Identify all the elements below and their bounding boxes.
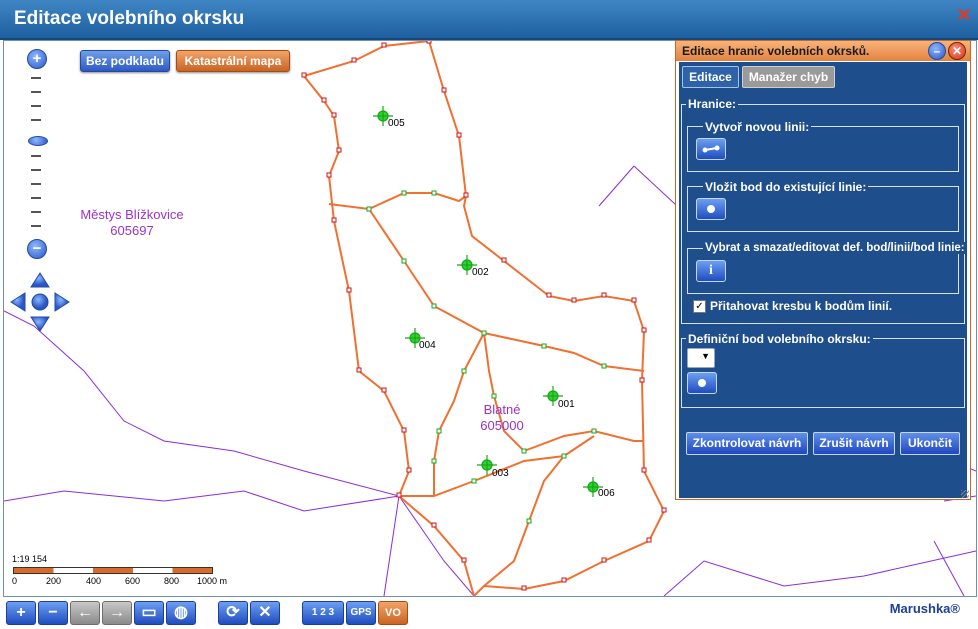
vo-button[interactable]: VO	[378, 601, 408, 625]
scale-bar	[13, 567, 213, 574]
district-label-001: 001	[558, 399, 575, 410]
zoom-tick[interactable]	[31, 183, 41, 185]
place-name: Městys Blížkovice	[80, 207, 184, 222]
pan-down-icon	[30, 316, 50, 332]
def-point-label: Definiční bod volebního okrsku:	[686, 332, 873, 346]
place-code: 605000	[480, 418, 524, 433]
district-label-003: 003	[492, 468, 509, 479]
insert-point-label: Vložit bod do existující linie:	[703, 180, 869, 194]
measure-button[interactable]: 1 2 3	[302, 601, 344, 625]
panel-title: Editace hranic volebních okrsků.	[682, 44, 870, 58]
district-label-005: 005	[388, 118, 405, 129]
zoom-tick[interactable]	[31, 105, 41, 107]
scale-tick: 1000 m	[197, 576, 228, 586]
back-arrow-icon[interactable]: ←	[70, 601, 100, 625]
zoom-tick[interactable]	[31, 91, 41, 93]
hranice-label: Hranice:	[686, 97, 739, 111]
place-code: 605697	[110, 223, 154, 238]
place-label-blatne: Blatné 605000	[464, 402, 540, 434]
edit-panel: Editace hranic volebních okrsků. – ✕ Edi…	[675, 40, 971, 500]
place-name: Blatné	[483, 402, 521, 417]
info-icon: i	[709, 263, 713, 278]
tab-editace[interactable]: Editace	[682, 66, 739, 88]
scale-tick: 600	[125, 576, 141, 586]
minus-icon[interactable]: −	[38, 601, 68, 625]
zoom-in-icon[interactable]: +	[27, 49, 47, 69]
scale-tick: 400	[86, 576, 102, 586]
snap-checkbox[interactable]: ✓	[693, 300, 706, 313]
forward-arrow-icon[interactable]: →	[102, 601, 132, 625]
district-label-006: 006	[598, 488, 615, 499]
resize-handle[interactable]	[961, 490, 969, 498]
no-basemap-button[interactable]: Bez podkladu	[80, 50, 170, 72]
point-icon	[698, 379, 706, 387]
zoom-tick[interactable]	[31, 119, 41, 121]
pan-right-icon	[54, 292, 70, 312]
line-icon	[702, 145, 720, 153]
check-proposal-button[interactable]: Zkontrolovat návrh	[686, 432, 808, 455]
add-icon[interactable]: +	[6, 601, 36, 625]
zoom-out-icon[interactable]: −	[27, 239, 47, 259]
zoom-tick[interactable]	[31, 155, 41, 157]
zoom-tick[interactable]	[31, 225, 41, 227]
minimize-icon[interactable]: –	[928, 42, 946, 60]
scale-tick: 0	[12, 576, 18, 586]
close-icon[interactable]: ✕	[956, 6, 972, 24]
point-icon	[707, 205, 715, 213]
pan-left-icon	[10, 292, 26, 312]
insert-point-button[interactable]	[696, 198, 726, 220]
create-line-button[interactable]	[696, 138, 726, 160]
panel-header[interactable]: Editace hranic volebních okrsků. – ✕	[676, 41, 970, 61]
zoom-rectangle-icon[interactable]: ▭	[134, 601, 164, 625]
window-titlebar: Editace volebního okrsku ✕	[0, 0, 978, 40]
place-label-blizkovice: Městys Blížkovice 605697	[72, 207, 192, 239]
select-edit-button[interactable]: i	[696, 260, 726, 282]
scale-tick: 800	[164, 576, 180, 586]
world-icon[interactable]: ◍	[166, 601, 196, 625]
select-edit-group	[687, 248, 959, 294]
refresh-icon[interactable]: ⟳	[218, 601, 248, 625]
snap-label: Přitahovat kresbu k bodům linií.	[710, 299, 893, 313]
clear-icon[interactable]: ✕	[250, 601, 280, 625]
chevron-down-icon: ▼	[701, 351, 710, 361]
marushka-logo: Marushka®	[889, 601, 960, 616]
scale-tick: 200	[46, 576, 62, 586]
district-label-002: 002	[472, 267, 489, 278]
pan-control[interactable]	[9, 271, 71, 333]
def-point-group	[681, 338, 965, 408]
def-point-select[interactable]: ▼	[687, 348, 715, 368]
select-edit-label: Vybrat a smazat/editovat def. bod/linii/…	[703, 242, 967, 254]
create-line-label: Vytvoř novou linii:	[703, 120, 812, 134]
zoom-tick[interactable]	[31, 169, 41, 171]
pan-center-icon	[31, 293, 49, 311]
gps-button[interactable]: GPS	[346, 601, 376, 625]
cadastral-map-button[interactable]: Katastrální mapa	[176, 50, 290, 72]
zoom-tick[interactable]	[31, 197, 41, 199]
zoom-tick[interactable]	[31, 211, 41, 213]
def-point-button[interactable]	[687, 372, 717, 394]
close-icon[interactable]: ✕	[948, 42, 966, 60]
district-label-004: 004	[419, 340, 436, 351]
scale-ratio: 1:19 154	[12, 554, 48, 564]
cancel-proposal-button[interactable]: Zrušit návrh	[813, 432, 895, 455]
panel-body: Editace Manažer chyb Hranice: Vytvoř nov…	[679, 62, 967, 498]
measure-label: 1 2 3	[311, 607, 335, 618]
zoom-tick[interactable]	[31, 77, 41, 79]
zoom-slider-thumb[interactable]	[28, 136, 48, 146]
pan-up-icon	[30, 272, 50, 288]
end-button[interactable]: Ukončit	[900, 432, 960, 455]
window-title: Editace volebního okrsku	[14, 8, 245, 29]
tab-manazer-chyb[interactable]: Manažer chyb	[742, 66, 835, 88]
